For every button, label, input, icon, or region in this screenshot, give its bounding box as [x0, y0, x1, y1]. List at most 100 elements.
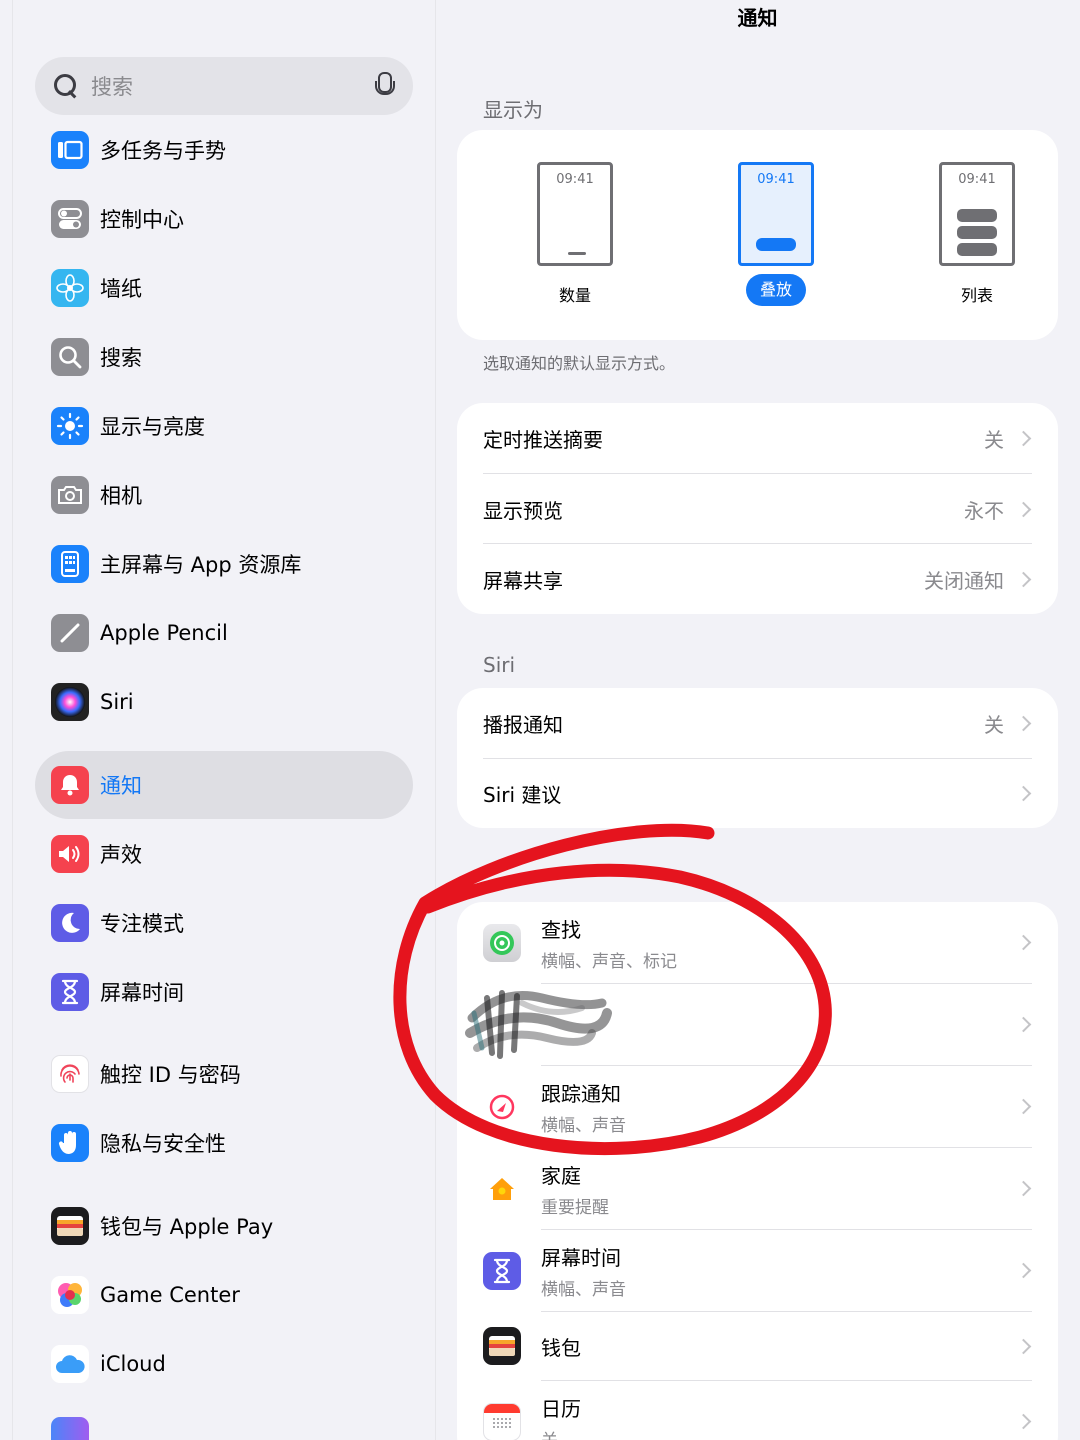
sidebar-item-search[interactable]: 搜索 — [35, 323, 413, 391]
sidebar-item-game-center[interactable]: Game Center — [35, 1261, 413, 1329]
phone-preview: 09:41 — [537, 162, 613, 266]
sun-icon — [51, 407, 89, 445]
search-icon — [51, 338, 89, 376]
sidebar-item-camera[interactable]: 相机 — [35, 461, 413, 529]
sidebar-item-wallpaper[interactable]: 墙纸 — [35, 254, 413, 322]
sidebar-item-label: 专注模式 — [100, 912, 184, 936]
sidebar-item-notifications[interactable]: 通知 — [35, 751, 413, 819]
cloud-icon — [51, 1345, 89, 1383]
chevron-right-icon — [1015, 1413, 1032, 1430]
flower-icon — [51, 269, 89, 307]
sidebar-item-label: Game Center — [100, 1283, 240, 1307]
sidebar-item-label: 搜索 — [100, 346, 142, 370]
app-row-screen-time[interactable]: 屏幕时间 横幅、声音 — [483, 1230, 1033, 1311]
wallet-icon — [51, 1207, 89, 1245]
sidebar-item-label: 多任务与手势 — [100, 139, 226, 163]
chevron-right-icon — [1015, 430, 1032, 446]
sidebar-item-label: 主屏幕与 App 资源库 — [100, 553, 302, 577]
search-field[interactable]: 搜索 — [35, 57, 413, 115]
sidebar: 搜索 多任务与手势 控制中心 墙纸 搜索 显示与亮度 相机 主屏幕与 App 资… — [13, 0, 435, 1440]
page-title: 通知 — [737, 6, 778, 30]
sidebar-item-label: 控制中心 — [100, 208, 184, 232]
microphone-icon[interactable] — [375, 72, 395, 100]
sidebar-item-label: 墙纸 — [100, 277, 142, 301]
home-icon — [483, 1169, 521, 1208]
app-icon — [51, 1417, 89, 1440]
bell-icon — [51, 766, 89, 804]
row-screen-sharing[interactable]: 屏幕共享 关闭通知 — [483, 544, 1033, 614]
chevron-right-icon — [1015, 571, 1032, 587]
section-header-siri: Siri — [483, 653, 516, 677]
sidebar-item-label: 通知 — [100, 774, 142, 798]
annotation-circle — [393, 823, 832, 1156]
sidebar-item-label: 屏幕时间 — [100, 981, 184, 1005]
toggles-icon — [51, 200, 89, 238]
chevron-right-icon — [1015, 934, 1032, 951]
moon-icon — [51, 904, 89, 942]
multitasking-icon — [51, 131, 89, 169]
pencil-icon — [51, 614, 89, 652]
search-icon — [51, 71, 81, 101]
row-show-previews[interactable]: 显示预览 永不 — [483, 474, 1033, 544]
sidebar-item-icloud[interactable]: iCloud — [35, 1330, 413, 1398]
sidebar-item-wallet[interactable]: 钱包与 Apple Pay — [35, 1192, 413, 1260]
camera-icon — [51, 476, 89, 514]
sidebar-item-siri[interactable]: Siri — [35, 668, 413, 736]
display-option-label: 数量 — [558, 286, 591, 305]
speaker-icon — [51, 835, 89, 873]
display-option-count[interactable]: 09:41 数量 — [515, 162, 635, 312]
sidebar-item-label: 相机 — [100, 484, 142, 508]
hourglass-icon — [483, 1251, 521, 1290]
sidebar-item-apple-pencil[interactable]: Apple Pencil — [35, 599, 413, 667]
sidebar-item-sounds[interactable]: 声效 — [35, 820, 413, 888]
sidebar-item-focus[interactable]: 专注模式 — [35, 889, 413, 957]
display-option-label: 列表 — [960, 286, 993, 305]
sidebar-item-label: 声效 — [100, 843, 142, 867]
chevron-right-icon — [1015, 1098, 1032, 1115]
display-option-list[interactable]: 09:41 列表 — [917, 162, 1037, 312]
display-option-label: 叠放 — [745, 274, 806, 306]
wallet-icon — [483, 1327, 521, 1365]
sidebar-item-label: iCloud — [100, 1352, 166, 1376]
app-row-wallet[interactable]: 钱包 — [483, 1312, 1033, 1380]
sidebar-item-touch-id[interactable]: 触控 ID 与密码 — [35, 1040, 413, 1108]
app-row-calendar[interactable]: 日历 关 — [483, 1381, 1033, 1440]
sidebar-item-home-screen[interactable]: 主屏幕与 App 资源库 — [35, 530, 413, 598]
calendar-icon — [483, 1402, 521, 1440]
display-style-footnote: 选取通知的默认显示方式。 — [483, 354, 676, 373]
chevron-right-icon — [1015, 501, 1032, 517]
siri-icon — [51, 683, 89, 721]
sidebar-item-label: 触控 ID 与密码 — [100, 1063, 241, 1087]
chevron-right-icon — [1015, 1180, 1032, 1197]
sidebar-item-multitasking[interactable]: 多任务与手势 — [35, 116, 413, 184]
sidebar-item-label: 隐私与安全性 — [100, 1132, 226, 1156]
sidebar-item-privacy[interactable]: 隐私与安全性 — [35, 1109, 413, 1177]
hand-icon — [51, 1124, 89, 1162]
chevron-right-icon — [1015, 1338, 1032, 1354]
home-screen-icon — [51, 545, 89, 583]
chevron-right-icon — [1015, 715, 1032, 731]
search-placeholder: 搜索 — [91, 75, 133, 99]
game-center-icon — [51, 1276, 89, 1314]
row-announce-notifications[interactable]: 播报通知 关 — [483, 688, 1033, 758]
sidebar-item-partial[interactable] — [35, 1402, 413, 1440]
chevron-right-icon — [1015, 1262, 1032, 1279]
siri-settings-card: 播报通知 关 Siri 建议 — [457, 688, 1058, 828]
display-option-stack[interactable]: 09:41 叠放 — [716, 162, 836, 306]
chevron-right-icon — [1015, 785, 1032, 802]
sidebar-item-label: 显示与亮度 — [100, 415, 205, 439]
general-settings-card: 定时推送摘要 关 显示预览 永不 屏幕共享 关闭通知 — [457, 403, 1058, 614]
phone-preview: 09:41 — [939, 162, 1015, 266]
sidebar-item-screen-time[interactable]: 屏幕时间 — [35, 958, 413, 1026]
sidebar-item-control-center[interactable]: 控制中心 — [35, 185, 413, 253]
hourglass-icon — [51, 973, 89, 1011]
row-scheduled-summary[interactable]: 定时推送摘要 关 — [483, 403, 1033, 473]
chevron-right-icon — [1015, 1016, 1032, 1033]
sidebar-item-label: Apple Pencil — [100, 621, 228, 645]
sidebar-item-label: 钱包与 Apple Pay — [100, 1215, 274, 1239]
display-style-card: 09:41 数量 09:41 叠放 09:41 列表 — [457, 130, 1058, 340]
notifications-pane: 通知 显示为 09:41 数量 09:41 叠放 09:41 列表 选取通知的默… — [435, 0, 1080, 1440]
phone-preview: 09:41 — [738, 162, 814, 266]
sidebar-item-display[interactable]: 显示与亮度 — [35, 392, 413, 460]
sidebar-item-label: Siri — [100, 690, 134, 714]
